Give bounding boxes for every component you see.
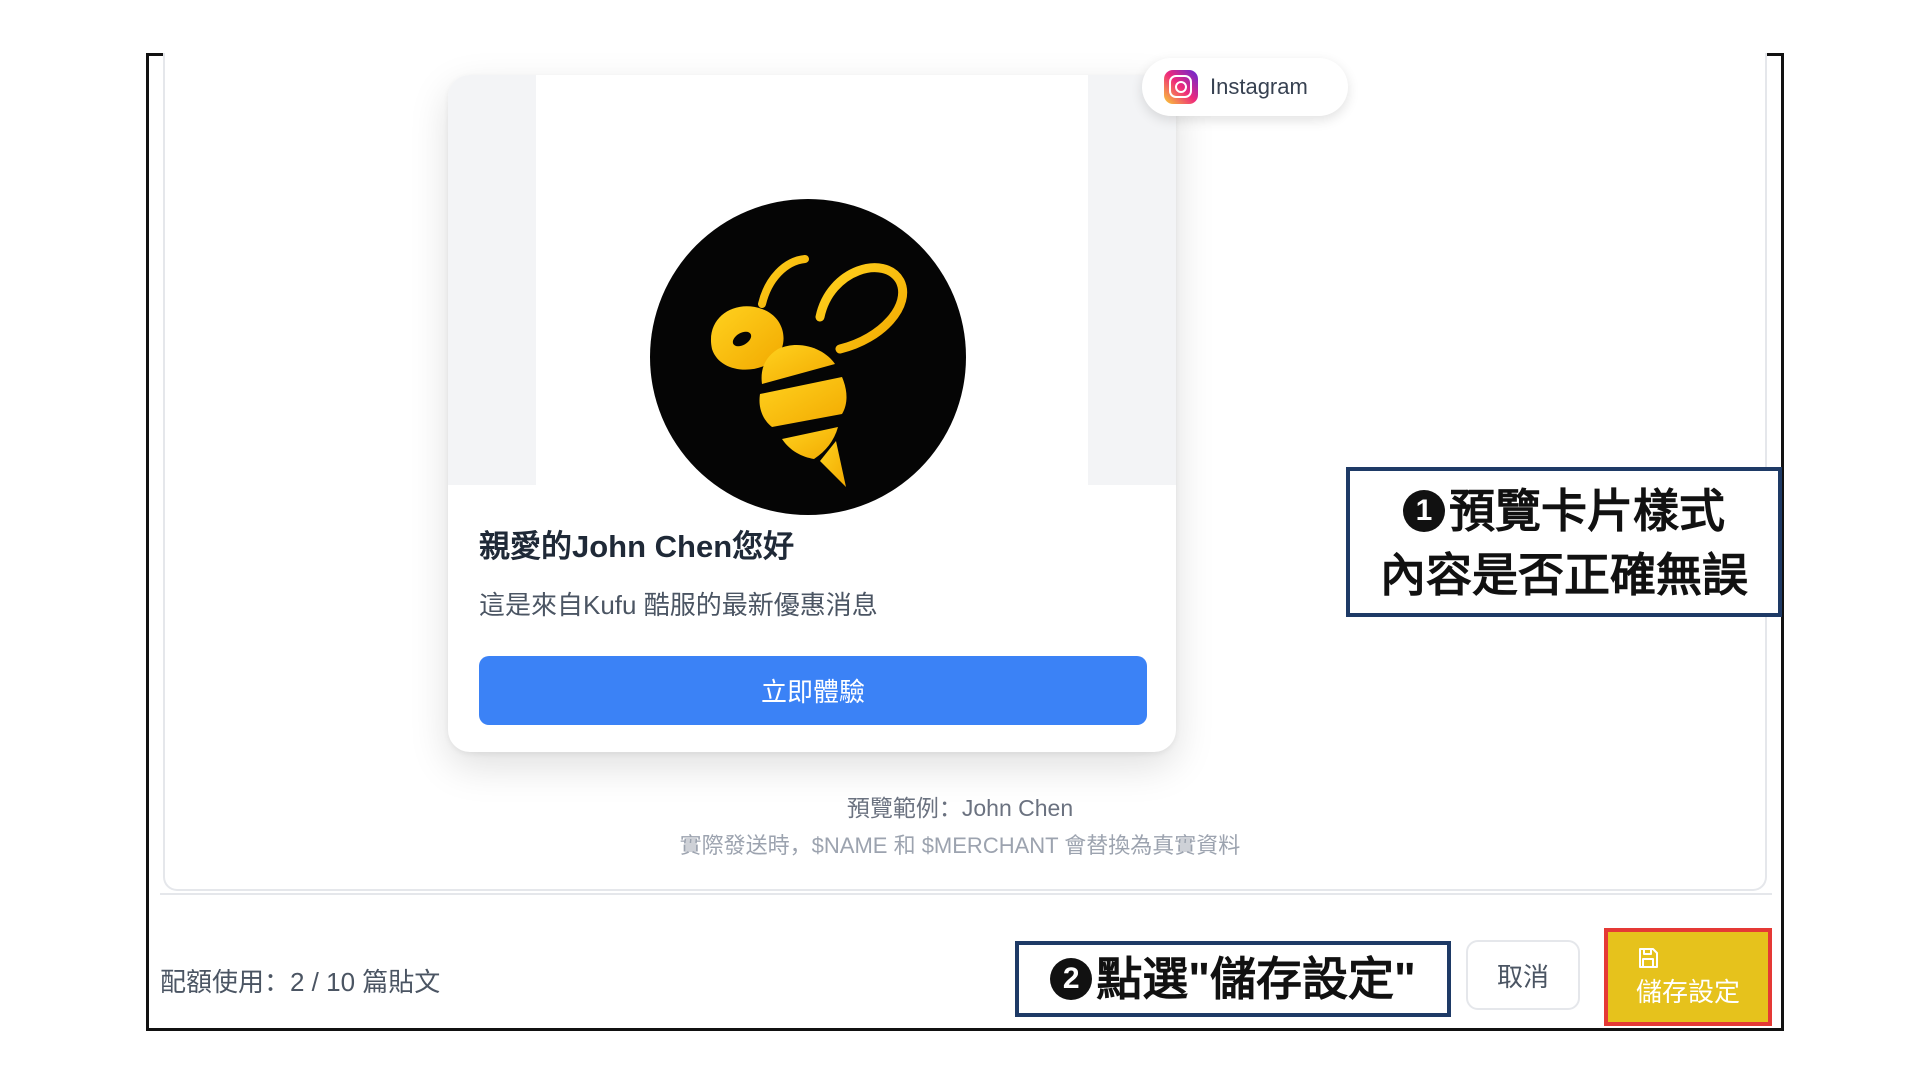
cta-button[interactable]: 立即體驗 — [479, 656, 1147, 725]
footer-divider — [160, 893, 1772, 895]
quota-usage: 配額使用：2 / 10 篇貼文 — [160, 967, 441, 997]
card-body: 這是來自Kufu 酷服的最新優惠消息 — [479, 590, 878, 620]
preview-card: 親愛的John Chen您好 這是來自Kufu 酷服的最新優惠消息 立即體驗 — [448, 75, 1176, 752]
step2-text: 點選"儲存設定" — [1096, 953, 1416, 1005]
floppy-disk-icon — [1639, 947, 1658, 968]
preview-note-caption: 實際發送時，$NAME 和 $MERCHANT 會替換為真實資料 — [679, 833, 1241, 858]
step1-number-badge: 1 — [1403, 489, 1445, 532]
platform-label: Instagram — [1210, 74, 1308, 99]
preview-sample-caption: 預覽範例：John Chen — [846, 795, 1074, 821]
step1-line1: 預覽卡片樣式 — [1449, 485, 1725, 537]
save-settings-button[interactable]: 儲存設定 — [1604, 928, 1772, 1026]
instagram-icon — [1164, 70, 1198, 104]
annotation-step1: 1 預覽卡片樣式 內容是否正確無誤 — [1346, 467, 1782, 617]
platform-badge: Instagram — [1142, 58, 1348, 116]
bee-logo-icon — [650, 199, 966, 515]
step1-line2: 內容是否正確無誤 — [1380, 549, 1748, 601]
annotation-step2: 2 點選"儲存設定" — [1015, 941, 1451, 1017]
step2-number-badge: 2 — [1050, 957, 1093, 1000]
save-button-label: 儲存設定 — [1636, 976, 1741, 1007]
cancel-button[interactable]: 取消 — [1466, 940, 1580, 1010]
card-title: 親愛的John Chen您好 — [479, 529, 795, 564]
